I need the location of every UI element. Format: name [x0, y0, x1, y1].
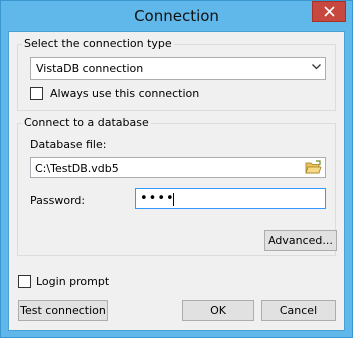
database-file-value: C:\TestDB.vdb5: [35, 162, 119, 175]
connection-type-value: VistaDB connection: [36, 62, 144, 75]
close-button[interactable]: [312, 1, 346, 22]
password-mask: ••••: [140, 191, 175, 206]
database-legend: Connect to a database: [22, 116, 151, 129]
login-prompt-label: Login prompt: [36, 275, 110, 288]
folder-open-icon[interactable]: [305, 160, 322, 175]
password-field[interactable]: ••••: [135, 188, 326, 209]
title-bar[interactable]: Connection: [1, 1, 352, 31]
test-connection-button[interactable]: Test connection: [18, 300, 108, 321]
advanced-button[interactable]: Advanced...: [264, 230, 337, 251]
dialog-body: Select the connection type VistaDB conne…: [8, 31, 345, 331]
cancel-button[interactable]: Cancel: [261, 300, 336, 321]
always-use-checkbox[interactable]: [30, 87, 43, 100]
text-caret: [173, 193, 174, 206]
connection-type-legend: Select the connection type: [22, 37, 174, 50]
connection-type-group: Select the connection type VistaDB conne…: [17, 37, 336, 111]
connection-dialog: Connection Select the connection type Vi…: [0, 0, 353, 338]
database-file-field[interactable]: C:\TestDB.vdb5: [30, 157, 326, 178]
close-icon: [324, 6, 335, 17]
login-prompt-checkbox[interactable]: [18, 275, 31, 288]
password-label: Password:: [30, 194, 86, 207]
database-file-label: Database file:: [30, 138, 107, 151]
connection-type-select[interactable]: VistaDB connection: [30, 57, 326, 80]
window-title: Connection: [134, 7, 219, 25]
ok-button[interactable]: OK: [182, 300, 254, 321]
dropdown-arrow-icon: [312, 64, 321, 70]
always-use-label: Always use this connection: [50, 87, 200, 100]
